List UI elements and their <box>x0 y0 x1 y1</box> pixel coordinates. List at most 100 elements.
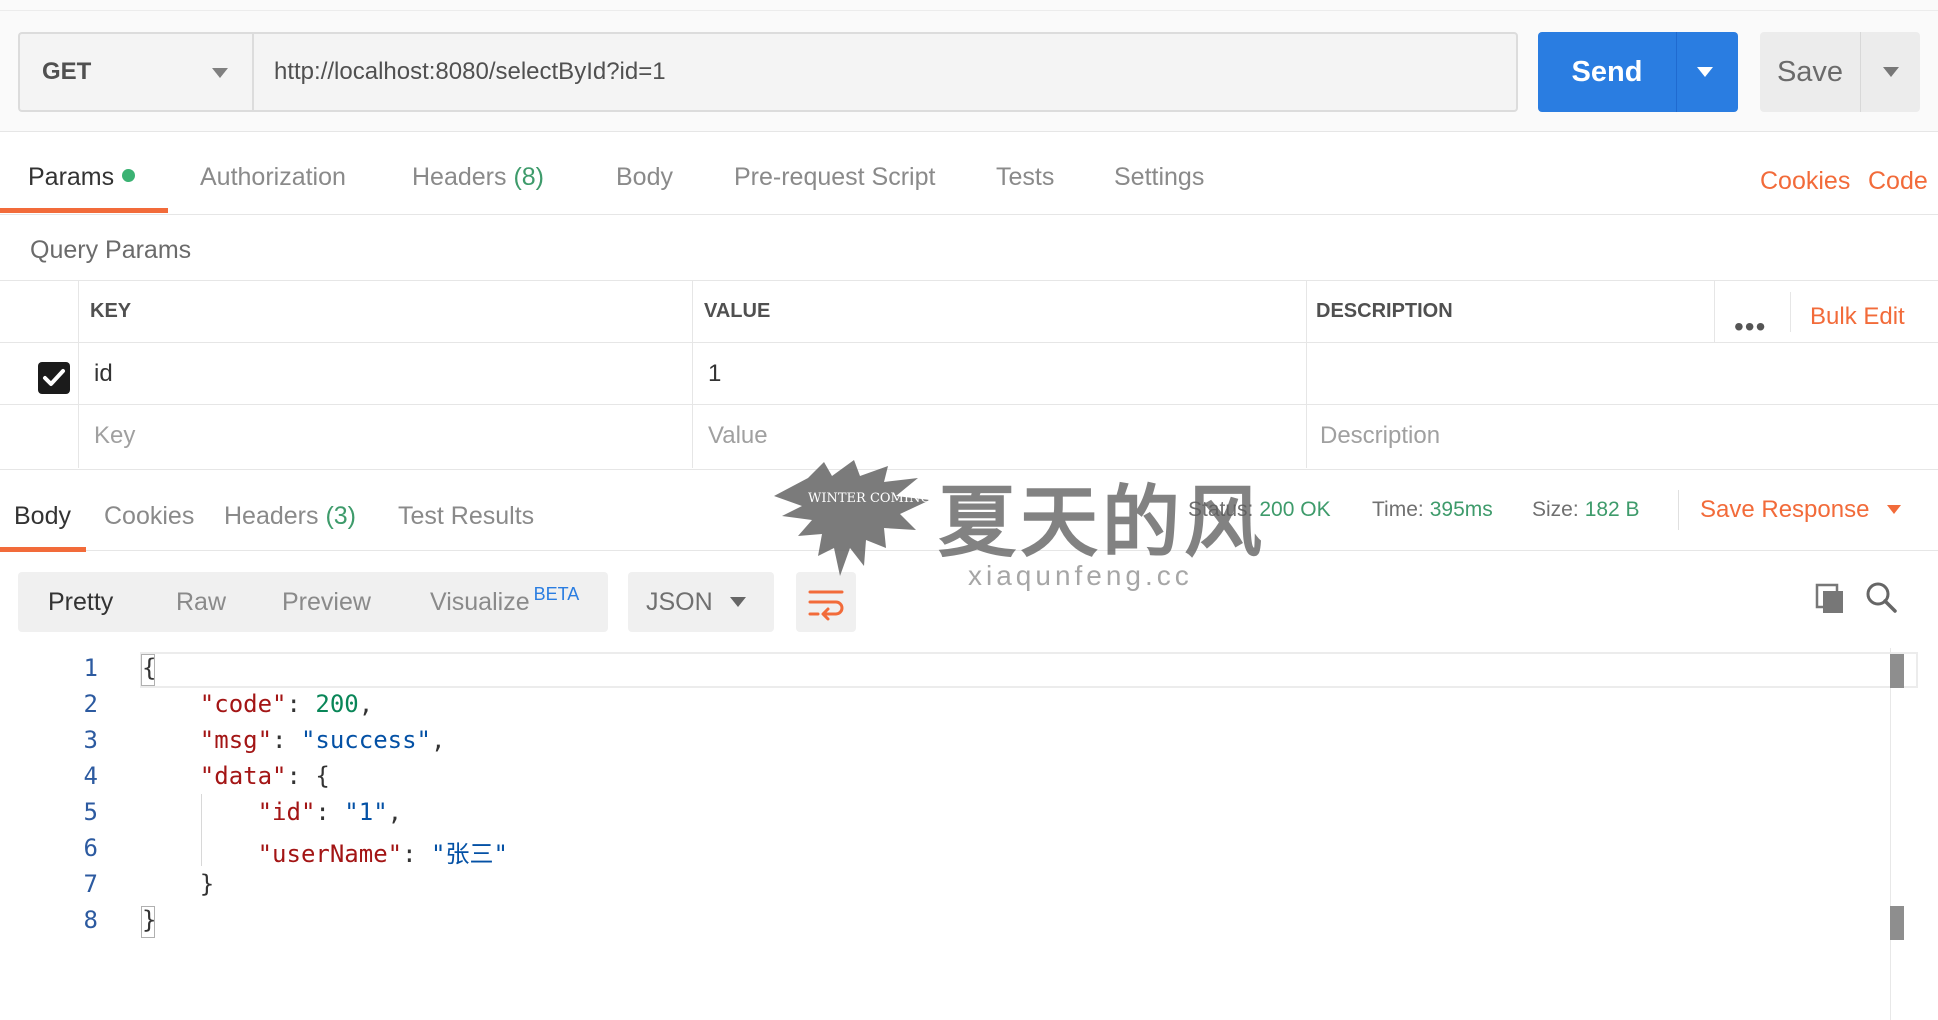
code-line: "code": 200, <box>199 690 374 718</box>
tab-tests[interactable]: Tests <box>996 163 1054 192</box>
save-label: Save <box>1776 55 1844 88</box>
chevron-down-icon <box>730 597 746 607</box>
chevron-down-icon <box>1887 505 1902 514</box>
view-raw[interactable]: Raw <box>176 588 226 617</box>
view-preview[interactable]: Preview <box>282 588 371 617</box>
method-select[interactable]: GET <box>18 32 252 112</box>
wrap-lines-button[interactable] <box>796 572 856 632</box>
method-label: GET <box>42 58 92 85</box>
tab-params-label: Params <box>28 163 115 191</box>
status-divider <box>1678 490 1679 530</box>
send-label: Send <box>1571 55 1643 88</box>
table-row: id 1 <box>0 342 1938 404</box>
time-label: Time: <box>1372 498 1424 521</box>
param-value-cell[interactable]: 1 <box>708 343 721 404</box>
send-button[interactable]: Send <box>1538 32 1738 112</box>
code-line: } <box>142 870 215 898</box>
tab-headers-count: (8) <box>513 163 545 191</box>
tab-headers[interactable]: Headers (8) <box>412 163 544 192</box>
new-description-input[interactable]: Description <box>1320 405 1440 466</box>
size-label: Size: <box>1532 498 1579 521</box>
tab-params[interactable]: Params <box>28 163 136 192</box>
view-visualize[interactable]: Visualize BETA <box>430 584 579 617</box>
line-number: 3 <box>83 726 98 754</box>
more-options-icon[interactable]: ••• <box>1734 311 1766 343</box>
url-text: http://localhost:8080/selectById?id=1 <box>274 58 666 85</box>
scrollbar-marker <box>1890 906 1904 940</box>
json-string: "success" <box>300 726 431 754</box>
new-value-input[interactable]: Value <box>708 405 768 466</box>
new-key-input[interactable]: Key <box>94 405 135 466</box>
column-divider <box>1790 292 1791 332</box>
column-divider <box>1306 280 1307 468</box>
format-select[interactable]: JSON <box>628 572 774 632</box>
json-key: "id" <box>257 798 316 826</box>
view-mode-bar: Pretty Raw Preview Visualize BETA <box>18 572 608 632</box>
size-readout: Size: 182 B <box>1532 498 1640 522</box>
json-string: "张三" <box>431 840 508 868</box>
column-divider <box>692 280 693 468</box>
json-key: "data" <box>199 762 287 790</box>
tab-authorization[interactable]: Authorization <box>200 163 346 192</box>
cookies-link[interactable]: Cookies <box>1760 167 1850 196</box>
view-visualize-label: Visualize <box>430 588 530 616</box>
save-divider <box>1860 32 1861 112</box>
response-tabs: Body Cookies Headers (3) Test Results St… <box>0 469 1938 552</box>
tab-settings[interactable]: Settings <box>1114 163 1204 192</box>
param-key-cell[interactable]: id <box>94 343 113 404</box>
active-tab-underline <box>0 208 168 213</box>
send-options-chevron-icon[interactable] <box>1697 67 1713 77</box>
code-line: } <box>142 906 156 934</box>
json-key: "msg" <box>199 726 273 754</box>
chevron-down-icon <box>212 68 228 78</box>
response-tab-test-results[interactable]: Test Results <box>398 502 534 531</box>
response-body-editor[interactable]: 1 2 3 4 5 6 7 8 { "code": 200, "msg": "s… <box>0 648 1938 1020</box>
params-active-dot-icon <box>122 169 136 182</box>
save-response-label: Save Response <box>1700 496 1870 523</box>
code-line: "id": "1", <box>257 798 403 826</box>
json-key: "userName" <box>257 840 403 868</box>
bulk-edit-link[interactable]: Bulk Edit <box>1810 303 1905 331</box>
column-description-header: DESCRIPTION <box>1316 300 1453 322</box>
request-tabs: Params Authorization Headers (8) Body Pr… <box>0 133 1938 215</box>
top-divider <box>0 10 1938 11</box>
url-input[interactable]: http://localhost:8080/selectById?id=1 <box>252 32 1518 112</box>
tab-headers-label: Headers <box>412 163 507 191</box>
editor-scrollbar[interactable] <box>1890 648 1891 1020</box>
json-key: "code" <box>199 690 287 718</box>
response-tab-headers-label: Headers <box>224 502 319 530</box>
line-number: 7 <box>83 870 98 898</box>
code-line: "userName": "张三" <box>257 840 508 868</box>
close-brace: } <box>142 906 157 934</box>
copy-icon[interactable] <box>1814 582 1846 619</box>
response-tab-body[interactable]: Body <box>14 502 71 531</box>
param-enabled-checkbox[interactable] <box>38 362 70 394</box>
time-readout: Time: 395ms <box>1372 498 1493 522</box>
search-icon[interactable] <box>1864 580 1898 619</box>
tab-body[interactable]: Body <box>616 163 673 192</box>
tab-prerequest-script[interactable]: Pre-request Script <box>734 163 935 192</box>
save-options-chevron-icon[interactable] <box>1883 67 1899 77</box>
response-tab-cookies[interactable]: Cookies <box>104 502 194 531</box>
line-number: 4 <box>83 762 98 790</box>
response-tab-headers[interactable]: Headers (3) <box>224 502 356 531</box>
code-line: "msg": "success", <box>199 726 446 754</box>
save-button[interactable]: Save <box>1760 32 1920 112</box>
wrap-lines-icon <box>808 590 844 621</box>
scrollbar-marker <box>1890 654 1904 688</box>
watermark-subtitle: xiaqunfeng.cc <box>968 560 1193 591</box>
code-link[interactable]: Code <box>1868 167 1928 196</box>
view-pretty[interactable]: Pretty <box>48 588 113 617</box>
time-value: 395ms <box>1429 498 1493 521</box>
response-active-tab-underline <box>0 547 86 552</box>
response-tab-headers-count: (3) <box>325 502 357 530</box>
json-string: "1" <box>344 798 388 826</box>
beta-badge: BETA <box>533 584 580 604</box>
column-divider <box>78 280 79 468</box>
current-line-highlight <box>140 652 1918 688</box>
column-value-header: VALUE <box>704 300 771 322</box>
status-value: 200 OK <box>1259 498 1331 521</box>
save-response-button[interactable]: Save Response <box>1700 496 1902 524</box>
line-number: 5 <box>83 798 98 826</box>
column-key-header: KEY <box>90 300 132 322</box>
